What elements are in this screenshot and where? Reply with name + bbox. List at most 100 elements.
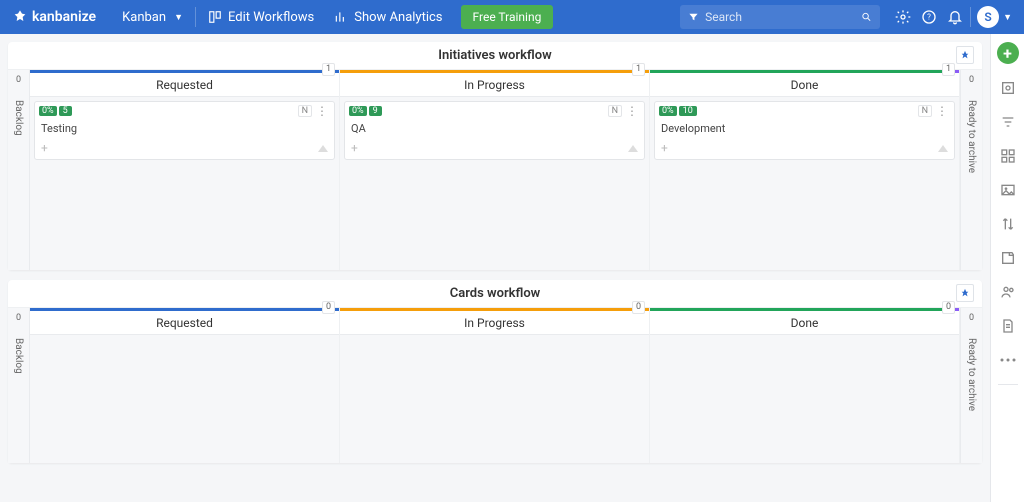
backlog-column[interactable]: 0Backlog (8, 308, 30, 463)
brand-logo[interactable]: kanbanize (12, 9, 96, 25)
column-header[interactable]: In Progress1 (340, 73, 649, 97)
sidebar-more-icon[interactable] (998, 350, 1018, 370)
card-footer: + (655, 139, 954, 159)
column: In Progress0 (340, 308, 650, 463)
triangle-icon (318, 145, 328, 152)
sidebar-sort-icon[interactable] (998, 214, 1018, 234)
search-input[interactable] (705, 10, 861, 24)
divider (970, 7, 971, 27)
pin-button[interactable] (956, 284, 974, 302)
gear-icon (895, 9, 911, 25)
column-header[interactable]: Requested1 (30, 73, 339, 97)
workflow-title: Cards workflow (450, 286, 541, 301)
sidebar-image-icon[interactable] (998, 180, 1018, 200)
pin-button[interactable] (956, 46, 974, 64)
board-name: Kanban (122, 10, 166, 25)
brand-text: kanbanize (32, 9, 96, 25)
archive-count: 0 (966, 74, 977, 86)
workflow-header: Initiatives workflow (8, 42, 982, 70)
column-body[interactable] (30, 335, 339, 463)
card-badge: N (608, 105, 622, 117)
column: In Progress1 0%9N⋮QA + (340, 70, 650, 270)
column-body[interactable] (650, 335, 959, 463)
show-analytics-button[interactable]: Show Analytics (324, 0, 452, 34)
sidebar-people-icon[interactable] (998, 282, 1018, 302)
card[interactable]: 0%5 N⋮ Testing + (34, 101, 335, 160)
archive-column[interactable]: 0Ready to archive (960, 70, 982, 270)
card-id: 5 (59, 106, 72, 116)
card-menu-button[interactable]: ⋮ (314, 104, 330, 118)
card-badge: N (918, 105, 932, 117)
show-analytics-label: Show Analytics (354, 10, 442, 25)
column-count: 0 (632, 301, 645, 314)
card-badge: N (298, 105, 312, 117)
card-title: QA (345, 120, 644, 139)
settings-button[interactable] (890, 0, 916, 34)
column-name: In Progress (464, 78, 525, 92)
workflow: Initiatives workflow0BacklogRequested10%… (8, 42, 982, 270)
column-name: Done (791, 316, 819, 330)
backlog-column[interactable]: 0Backlog (8, 70, 30, 270)
column-body[interactable] (340, 335, 649, 463)
workflow-body: 0BacklogRequested10%5N⋮Testing+In Progre… (8, 70, 982, 270)
card-add-button[interactable]: + (41, 141, 48, 155)
card-menu-button[interactable]: ⋮ (934, 104, 950, 118)
card-id: 10 (679, 106, 697, 116)
column-body[interactable]: 0%5 N⋮ Testing + (30, 97, 339, 270)
backlog-label: Backlog (13, 100, 24, 136)
column-body[interactable]: 0%10N⋮Development+ (650, 97, 959, 270)
workflow: Cards workflow0BacklogRequested0In Progr… (8, 280, 982, 463)
sidebar-doc-icon[interactable] (998, 316, 1018, 336)
column-body[interactable]: 0%9N⋮QA + (340, 97, 649, 270)
divider (998, 384, 1018, 385)
free-training-label: Free Training (473, 10, 542, 24)
triangle-icon (938, 145, 948, 152)
avatar-letter: S (984, 10, 991, 24)
backlog-count: 0 (13, 312, 24, 324)
card-top: 0%10N⋮ (655, 102, 954, 120)
card-title: Testing (35, 120, 334, 139)
search-box[interactable] (680, 5, 880, 29)
column-header[interactable]: In Progress0 (340, 311, 649, 335)
archive-label: Ready to archive (966, 338, 977, 411)
pin-icon (960, 288, 970, 298)
edit-workflows-button[interactable]: Edit Workflows (198, 0, 324, 34)
topbar: kanbanize Kanban ▼ Edit Workflows Show A… (0, 0, 1024, 34)
card-footer: + (35, 139, 334, 159)
card-add-button[interactable]: + (661, 141, 668, 155)
workflow-title: Initiatives workflow (438, 48, 551, 63)
workflow-icon (208, 10, 222, 24)
column: Requested0 (30, 308, 340, 463)
card[interactable]: 0%9N⋮QA + (344, 101, 645, 160)
card-add-button[interactable]: + (351, 141, 358, 155)
workflow-header: Cards workflow (8, 280, 982, 308)
sidebar-note-icon[interactable] (998, 248, 1018, 268)
card-progress: 0% (39, 106, 57, 116)
notifications-button[interactable] (942, 0, 968, 34)
sidebar-tool-1[interactable] (998, 78, 1018, 98)
search-icon (861, 11, 872, 23)
column: Done10%10N⋮Development+ (650, 70, 960, 270)
column-name: In Progress (464, 316, 525, 330)
card-menu-button[interactable]: ⋮ (624, 104, 640, 118)
sidebar-filter-icon[interactable] (998, 112, 1018, 132)
help-icon: ? (921, 9, 937, 25)
column: Done0 (650, 308, 960, 463)
board-dropdown[interactable]: Kanban ▼ (112, 0, 193, 34)
column-header[interactable]: Requested0 (30, 311, 339, 335)
card[interactable]: 0%10N⋮Development+ (654, 101, 955, 160)
sidebar-grid-icon[interactable] (998, 146, 1018, 166)
divider (195, 7, 196, 27)
triangle-icon (628, 145, 638, 152)
archive-column[interactable]: 0Ready to archive (960, 308, 982, 463)
column-header[interactable]: Done0 (650, 311, 959, 335)
column-header[interactable]: Done1 (650, 73, 959, 97)
avatar[interactable]: S (977, 6, 999, 28)
add-card-button[interactable]: + (997, 42, 1019, 64)
free-training-button[interactable]: Free Training (461, 5, 554, 29)
board-main: Initiatives workflow0BacklogRequested10%… (0, 34, 990, 502)
column-count: 0 (942, 301, 955, 314)
help-button[interactable]: ? (916, 0, 942, 34)
filter-icon (688, 11, 699, 23)
card-top: 0%9N⋮ (345, 102, 644, 120)
